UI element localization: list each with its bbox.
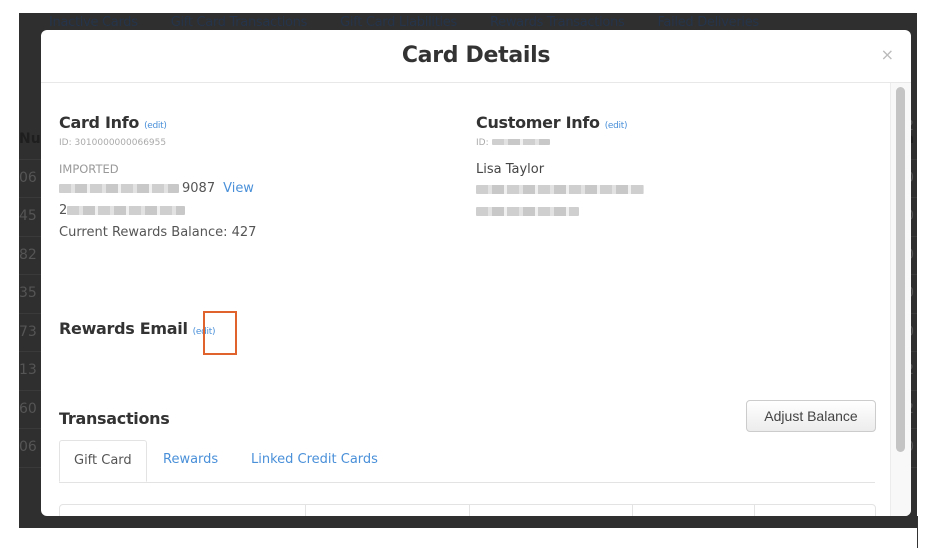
bg-tab-inactive-cards[interactable]: Inactive Cards	[49, 15, 138, 30]
card-info-section: Card Info (edit) ID: 3010000000066955 IMP…	[59, 113, 256, 242]
modal-title: Card Details	[401, 43, 551, 68]
card-info-heading: Card Info (edit)	[59, 113, 167, 132]
bg-tab-failed-deliveries[interactable]: Failed Deliveries	[657, 15, 759, 30]
column-header-balance[interactable]: Balance ($)	[755, 505, 875, 516]
rewards-email-heading: Rewards Email	[59, 319, 188, 338]
redacted-card-number	[59, 184, 179, 193]
modal-header: Card Details ×	[41, 30, 911, 83]
column-header-amount[interactable]: Amount ($)	[633, 505, 755, 516]
tab-rewards[interactable]: Rewards	[149, 440, 232, 482]
redacted-customer-id	[491, 139, 550, 145]
highlight-box	[203, 311, 237, 355]
redacted-email	[476, 185, 644, 194]
card-id: ID: 3010000000066955	[59, 138, 167, 148]
customer-name: Lisa Taylor	[476, 162, 545, 177]
card-last4: 9087	[182, 181, 216, 196]
transactions-heading: Transactions	[59, 409, 170, 428]
bg-tab-rewards-transactions[interactable]: Rewards Transactions	[490, 15, 625, 30]
close-icon[interactable]: ×	[881, 45, 894, 64]
tab-gift-card[interactable]: Gift Card	[59, 440, 147, 482]
transactions-table: Date Server Type Amount ($) Balance ($)	[59, 504, 876, 516]
modal-scrollbar[interactable]	[890, 83, 911, 516]
rewards-balance: Current Rewards Balance: 427	[59, 225, 257, 240]
column-header-server[interactable]: Server	[306, 505, 470, 516]
scrollbar-thumb[interactable]	[896, 87, 905, 452]
modal-body: Card Info (edit) ID: 3010000000066955 IMP…	[41, 83, 911, 516]
customer-info-edit-link[interactable]: (edit)	[605, 121, 628, 131]
redacted-phone	[476, 207, 579, 216]
customer-info-heading: Customer Info (edit)	[476, 113, 628, 132]
bg-tab-gift-card-liabilities[interactable]: Gift Card Liabilities	[340, 15, 457, 30]
customer-info-section: Customer Info (edit) ID: Lisa Taylor	[476, 113, 644, 221]
customer-phone-line	[476, 202, 644, 221]
tab-linked-credit-cards[interactable]: Linked Credit Cards	[237, 440, 392, 482]
card-info-edit-link[interactable]: (edit)	[144, 121, 167, 131]
card-number-line: 9087 View	[59, 179, 256, 198]
card-details-modal: Card Details × Card Info (edit) ID: 30100…	[41, 30, 911, 516]
bg-tab-gift-card-transactions[interactable]: Gift Card Transactions	[171, 15, 308, 30]
column-header-type[interactable]: Type	[470, 505, 633, 516]
customer-id: ID:	[476, 138, 644, 148]
transactions-tabs: Gift Card Rewards Linked Credit Cards	[59, 440, 875, 483]
card-status: IMPORTED	[59, 162, 119, 176]
adjust-balance-button[interactable]: Adjust Balance	[746, 400, 876, 432]
rewards-email-section: Rewards Email (edit)	[59, 311, 237, 355]
redacted-number	[67, 206, 186, 215]
background-tabs: Inactive Cards Gift Card Transactions Gi…	[49, 15, 759, 30]
view-card-link[interactable]: View	[223, 181, 254, 196]
column-header-date[interactable]: Date	[60, 505, 306, 516]
page-edge-line	[917, 516, 918, 548]
card-secondary-number: 2	[59, 201, 256, 220]
customer-email-line	[476, 180, 644, 199]
